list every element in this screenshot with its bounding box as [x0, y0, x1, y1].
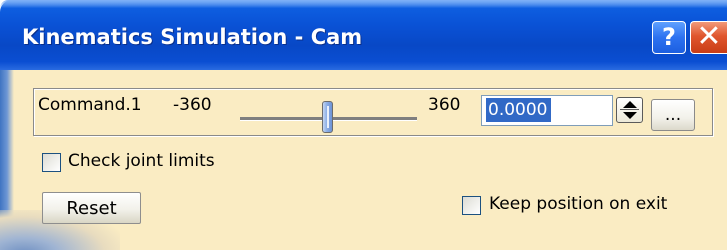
command-name-label: Command.1 — [38, 95, 142, 115]
help-icon: ? — [662, 23, 676, 51]
spin-down-icon[interactable] — [623, 112, 637, 119]
title-bar[interactable]: Kinematics Simulation - Cam ? ✕ — [0, 0, 727, 70]
value-spinner[interactable] — [616, 97, 643, 123]
command-slider-thumb[interactable] — [322, 101, 333, 133]
keep-position-checkbox[interactable] — [462, 196, 481, 215]
window-title: Kinematics Simulation - Cam — [22, 25, 363, 49]
close-button[interactable]: ✕ — [690, 21, 727, 54]
slider-min-label: -360 — [173, 95, 212, 115]
close-icon: ✕ — [696, 19, 722, 54]
spinner-divider — [620, 109, 639, 110]
check-joint-limits-checkbox[interactable] — [42, 153, 61, 172]
more-options-button[interactable]: ... — [651, 99, 695, 131]
spin-up-icon[interactable] — [623, 101, 637, 108]
kinematics-simulation-dialog: Kinematics Simulation - Cam ? ✕ Command.… — [0, 0, 727, 250]
slider-max-label: 360 — [428, 95, 461, 115]
command-value-selected-text: 0.0000 — [486, 98, 552, 122]
help-button[interactable]: ? — [652, 21, 686, 54]
keep-position-label: Keep position on exit — [489, 194, 668, 214]
reset-button[interactable]: Reset — [42, 192, 141, 224]
check-joint-limits-label: Check joint limits — [68, 151, 215, 171]
